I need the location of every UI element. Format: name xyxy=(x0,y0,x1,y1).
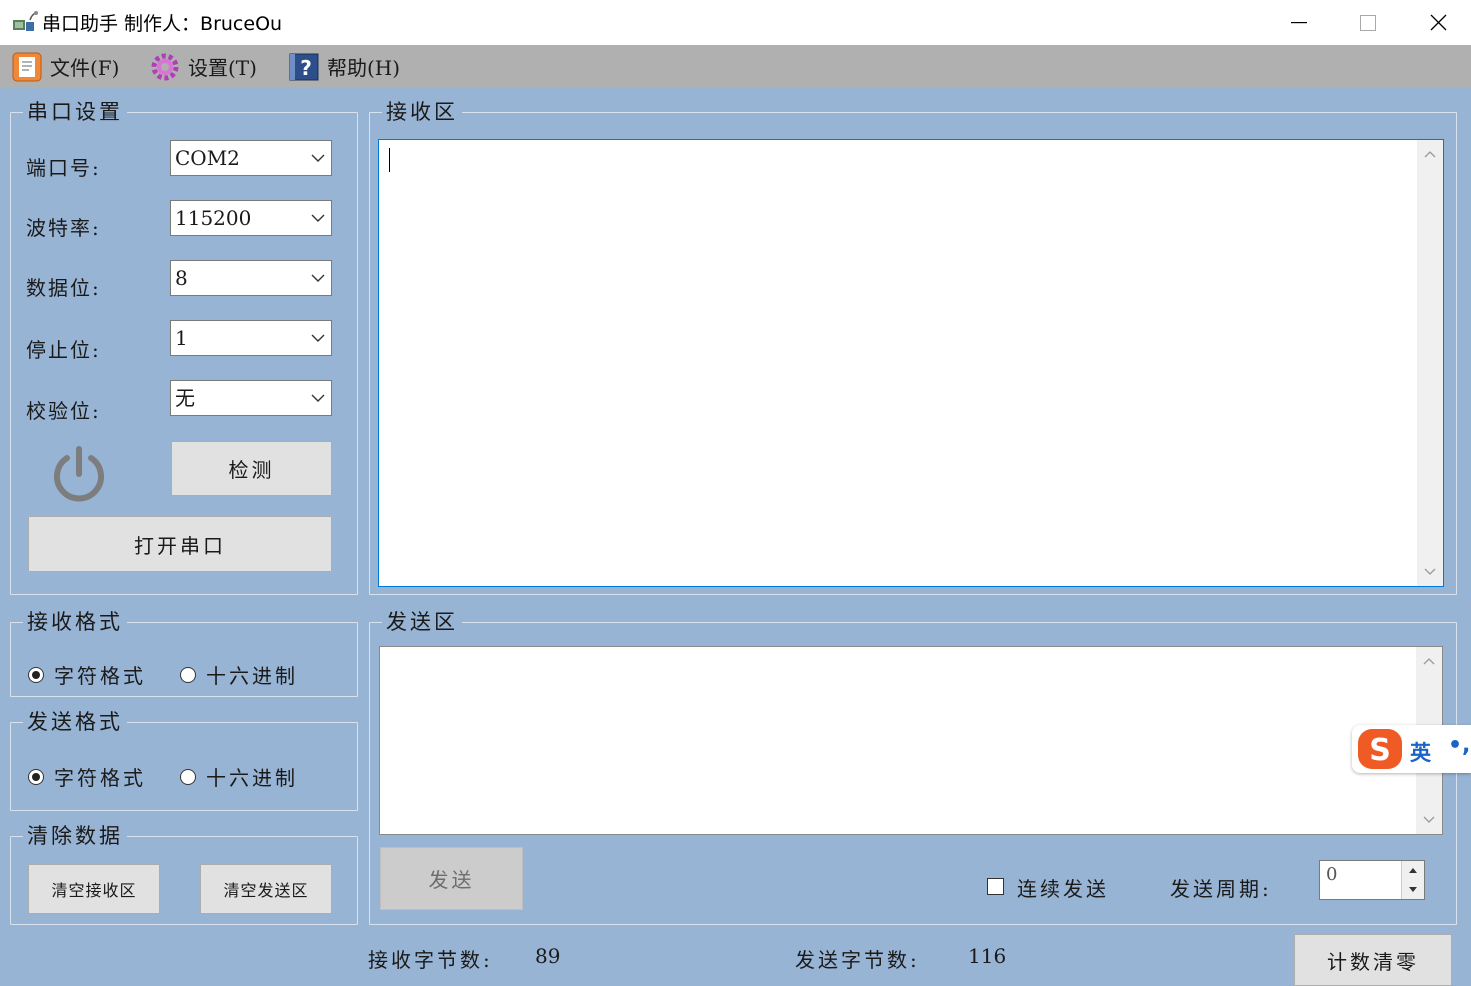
serial-settings-title: 串口设置 xyxy=(23,99,127,125)
parity-label: 校验位: xyxy=(26,399,101,423)
baud-value: 115200 xyxy=(175,206,252,230)
send-area-title: 发送区 xyxy=(382,609,462,635)
spinner-up-button[interactable] xyxy=(1402,861,1424,881)
send-text-radio[interactable]: 字符格式 xyxy=(28,762,146,791)
baud-select[interactable]: 115200 xyxy=(170,200,332,236)
scroll-down-icon xyxy=(1424,568,1436,575)
chevron-down-icon xyxy=(311,154,325,162)
close-icon xyxy=(1430,14,1446,31)
menu-settings-label: 设置(T) xyxy=(188,56,257,80)
data-bits-value: 8 xyxy=(175,266,188,290)
receive-format-title: 接收格式 xyxy=(23,609,127,635)
minimize-icon xyxy=(1291,21,1307,23)
receive-area-title: 接收区 xyxy=(382,99,462,125)
sogou-logo-icon: S xyxy=(1356,727,1404,775)
clear-send-button[interactable]: 清空发送区 xyxy=(200,864,332,914)
send-format-title: 发送格式 xyxy=(23,709,127,735)
receive-hex-radio[interactable]: 十六进制 xyxy=(180,660,298,689)
send-text-label: 字符格式 xyxy=(54,766,146,790)
open-port-button[interactable]: 打开串口 xyxy=(28,516,332,572)
scroll-up-icon xyxy=(1423,658,1435,665)
ime-punct[interactable]: •, xyxy=(1448,733,1470,758)
radio-checked-icon xyxy=(28,768,44,785)
tx-count-value: 116 xyxy=(968,944,1007,968)
receive-text-label: 字符格式 xyxy=(54,664,146,688)
menu-bar: 文件(F) 设置(T) ? 帮助(H) xyxy=(0,45,1471,88)
chevron-down-icon xyxy=(311,334,325,342)
receive-text-radio[interactable]: 字符格式 xyxy=(28,660,146,689)
receive-textarea[interactable] xyxy=(378,139,1444,587)
text-cursor xyxy=(389,148,390,172)
power-icon xyxy=(48,444,110,510)
data-bits-label: 数据位: xyxy=(26,276,101,300)
tx-count-label: 发送字节数: xyxy=(795,948,920,972)
receive-hex-label: 十六进制 xyxy=(206,664,298,688)
triangle-up-icon xyxy=(1409,868,1417,873)
send-button[interactable]: 发送 xyxy=(380,847,523,910)
chevron-down-icon xyxy=(311,274,325,282)
stop-bits-select[interactable]: 1 xyxy=(170,320,332,356)
baud-label: 波特率: xyxy=(26,216,101,240)
close-button[interactable] xyxy=(1403,0,1471,45)
menu-file-label: 文件(F) xyxy=(50,56,120,80)
stop-bits-value: 1 xyxy=(175,326,188,350)
send-textarea[interactable] xyxy=(379,646,1443,835)
rx-count-value: 89 xyxy=(535,944,561,968)
window-title: 串口助手 制作人：BruceOu xyxy=(42,13,283,35)
triangle-down-icon xyxy=(1409,887,1417,892)
send-period-value: 0 xyxy=(1326,864,1338,885)
menu-help[interactable]: ? 帮助(H) xyxy=(289,45,400,88)
ime-logo-text: S xyxy=(1369,733,1391,768)
parity-value: 无 xyxy=(175,386,195,410)
receive-scrollbar[interactable] xyxy=(1417,140,1443,586)
maximize-button[interactable] xyxy=(1333,0,1403,45)
reset-count-button[interactable]: 计数清零 xyxy=(1294,934,1452,986)
parity-select[interactable]: 无 xyxy=(170,380,332,416)
gear-icon xyxy=(150,52,180,82)
scroll-up-icon xyxy=(1424,151,1436,158)
menu-settings[interactable]: 设置(T) xyxy=(150,45,257,88)
title-bar: 串口助手 制作人：BruceOu xyxy=(0,0,1471,45)
ime-mode[interactable]: 英 xyxy=(1410,737,1431,767)
clear-data-title: 清除数据 xyxy=(23,823,127,849)
spinner-buttons xyxy=(1401,861,1424,899)
send-period-label: 发送周期: xyxy=(1170,877,1272,901)
minimize-button[interactable] xyxy=(1264,0,1334,45)
send-hex-radio[interactable]: 十六进制 xyxy=(180,762,298,791)
send-period-spinner[interactable]: 0 xyxy=(1319,860,1425,900)
scroll-down-icon xyxy=(1423,816,1435,823)
ime-toolbar[interactable]: S 英 •, xyxy=(1352,725,1471,773)
detect-button[interactable]: 检测 xyxy=(171,441,332,496)
stop-bits-label: 停止位: xyxy=(26,338,101,362)
data-bits-select[interactable]: 8 xyxy=(170,260,332,296)
radio-unchecked-icon xyxy=(180,768,196,785)
svg-text:?: ? xyxy=(300,56,312,80)
radio-checked-icon xyxy=(28,666,44,683)
menu-help-label: 帮助(H) xyxy=(327,56,401,80)
continuous-send-checkbox[interactable] xyxy=(987,878,1004,895)
chevron-down-icon xyxy=(311,394,325,402)
rx-count-label: 接收字节数: xyxy=(368,948,493,972)
maximize-icon xyxy=(1360,14,1376,31)
help-icon: ? xyxy=(289,52,319,82)
continuous-send-label: 连续发送 xyxy=(1017,877,1109,901)
clear-receive-button[interactable]: 清空接收区 xyxy=(28,864,160,914)
port-value: COM2 xyxy=(175,146,240,170)
port-label: 端口号: xyxy=(26,156,101,180)
app-icon xyxy=(12,10,38,34)
radio-unchecked-icon xyxy=(180,666,196,683)
send-hex-label: 十六进制 xyxy=(206,766,298,790)
menu-file[interactable]: 文件(F) xyxy=(12,45,119,88)
document-icon xyxy=(12,52,42,82)
chevron-down-icon xyxy=(311,214,325,222)
port-select[interactable]: COM2 xyxy=(170,140,332,176)
spinner-down-button[interactable] xyxy=(1402,880,1424,899)
